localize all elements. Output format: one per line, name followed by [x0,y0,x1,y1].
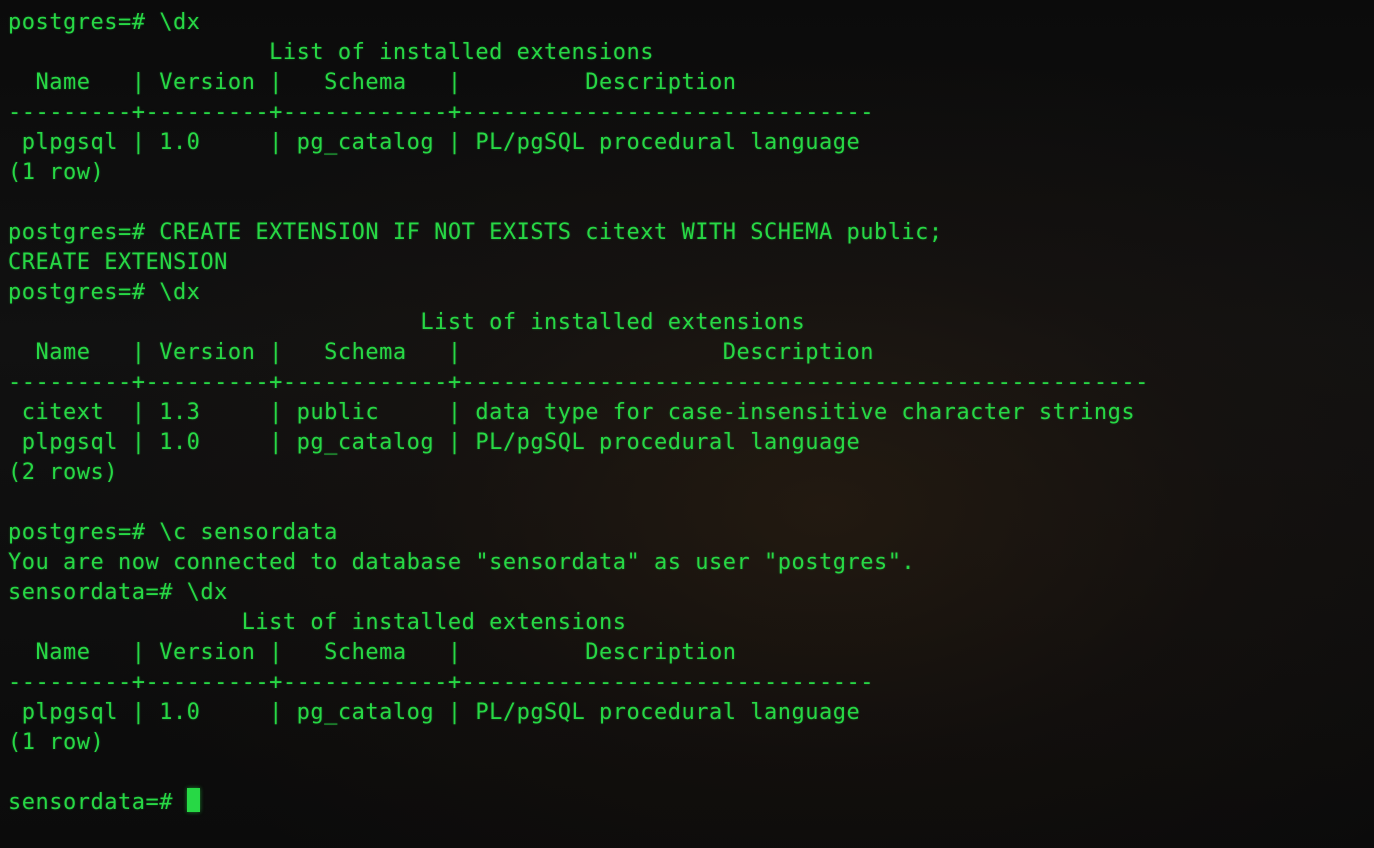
terminal-line: CREATE EXTENSION [8,250,228,275]
terminal-line: ---------+---------+------------+-------… [8,670,874,695]
cursor-icon [187,788,200,812]
terminal-line: citext | 1.3 | public | data type for ca… [8,400,1135,425]
terminal-line: sensordata=# \dx [8,580,228,605]
terminal-line: You are now connected to database "senso… [8,550,915,575]
terminal-line: (1 row) [8,160,104,185]
terminal-line: (1 row) [8,730,104,755]
terminal-line: List of installed extensions [8,40,654,65]
terminal-line: plpgsql | 1.0 | pg_catalog | PL/pgSQL pr… [8,130,860,155]
terminal-line: Name | Version | Schema | Description [8,340,1149,365]
terminal-output[interactable]: postgres=# \dx List of installed extensi… [0,0,1374,826]
terminal-prompt[interactable]: sensordata=# [8,790,187,815]
terminal-line: ---------+---------+------------+-------… [8,100,874,125]
terminal-line: Name | Version | Schema | Description [8,70,874,95]
terminal-line: postgres=# \dx [8,10,200,35]
terminal-line: List of installed extensions [8,310,805,335]
terminal-line: postgres=# CREATE EXTENSION IF NOT EXIST… [8,220,943,245]
terminal-line: List of installed extensions [8,610,627,635]
terminal-line: postgres=# \dx [8,280,200,305]
terminal-line: plpgsql | 1.0 | pg_catalog | PL/pgSQL pr… [8,430,860,455]
terminal-line: postgres=# \c sensordata [8,520,338,545]
terminal-line: plpgsql | 1.0 | pg_catalog | PL/pgSQL pr… [8,700,860,725]
terminal-line: ---------+---------+------------+-------… [8,370,1149,395]
terminal-line: Name | Version | Schema | Description [8,640,874,665]
terminal-line: (2 rows) [8,460,118,485]
